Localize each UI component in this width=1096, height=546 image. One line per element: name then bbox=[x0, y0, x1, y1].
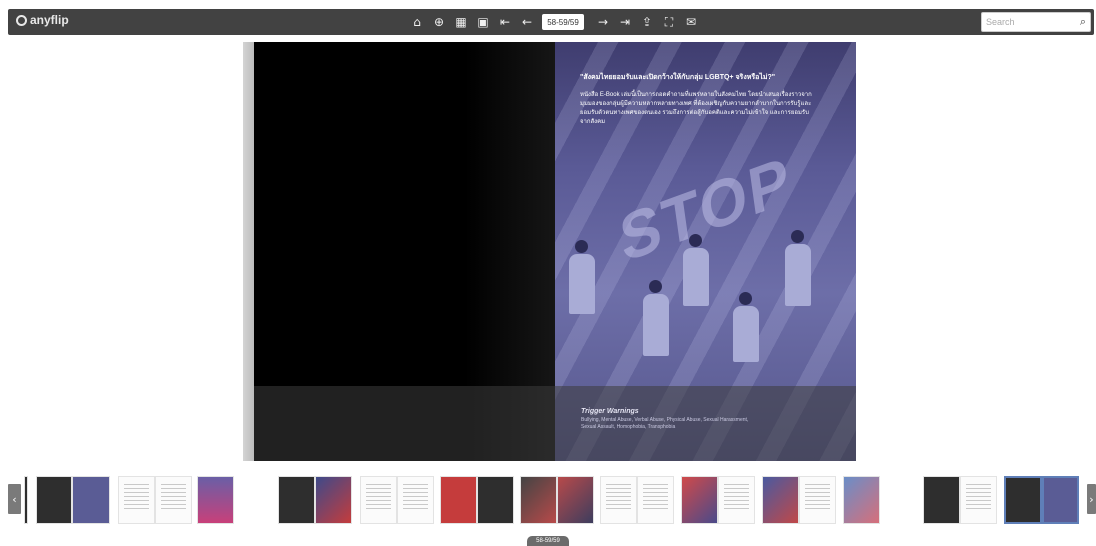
last-page-icon[interactable]: ⇥ bbox=[614, 12, 636, 32]
thumbnails-next-button[interactable]: › bbox=[1087, 484, 1096, 514]
thumbnail[interactable] bbox=[843, 476, 880, 524]
figure-head bbox=[739, 292, 752, 305]
logo-icon bbox=[16, 14, 27, 26]
thumbnail[interactable] bbox=[718, 476, 755, 524]
toolbar-tools: ⌂ ⊕ ▦ ▣ ⇤ ← 58-59/59 → ⇥ ⇪ ⛶ ✉ bbox=[406, 9, 702, 35]
zoom-in-icon[interactable]: ⊕ bbox=[428, 12, 450, 32]
thumbnail[interactable] bbox=[520, 476, 557, 524]
search-box[interactable]: ⌕ bbox=[981, 12, 1091, 32]
home-icon[interactable]: ⌂ bbox=[406, 12, 428, 32]
thumbnail[interactable] bbox=[72, 476, 110, 524]
page-bottom-shade bbox=[254, 386, 856, 461]
thumbnail[interactable] bbox=[118, 476, 155, 524]
thumbnail[interactable] bbox=[155, 476, 192, 524]
previous-page-icon[interactable]: ← bbox=[516, 12, 538, 32]
trigger-list: Bullying, Mental Abuse, Verbal Abuse, Ph… bbox=[581, 417, 749, 430]
share-icon[interactable]: ⇪ bbox=[636, 12, 658, 32]
thumbnail[interactable] bbox=[960, 476, 997, 524]
thumbnail-current-left[interactable] bbox=[1004, 476, 1042, 524]
walking-figure bbox=[733, 306, 759, 362]
thumbnail[interactable] bbox=[762, 476, 799, 524]
page-stack-edge bbox=[243, 42, 254, 461]
next-page-icon[interactable]: → bbox=[592, 12, 614, 32]
thumbnail[interactable] bbox=[799, 476, 836, 524]
single-page-icon[interactable]: ▣ bbox=[472, 12, 494, 32]
thumbnail[interactable] bbox=[360, 476, 397, 524]
figure-head bbox=[575, 240, 588, 253]
trigger-warnings: Trigger Warnings Bullying, Mental Abuse,… bbox=[581, 408, 761, 431]
first-page-icon[interactable]: ⇤ bbox=[494, 12, 516, 32]
walking-figure bbox=[785, 244, 811, 306]
thumbnail[interactable] bbox=[600, 476, 637, 524]
search-input[interactable] bbox=[986, 15, 1072, 29]
thumbnail-current-right[interactable] bbox=[1042, 476, 1079, 524]
thumbnail[interactable] bbox=[681, 476, 718, 524]
flipbook-spread[interactable]: STOP "สังคมไทยยอมรับและเปิดกว้างให้กับกล… bbox=[243, 42, 856, 461]
figure-head bbox=[689, 234, 702, 247]
thumbnail[interactable] bbox=[397, 476, 434, 524]
thumbnails-prev-button[interactable]: ‹ bbox=[8, 484, 21, 514]
thumbnail[interactable] bbox=[477, 476, 514, 524]
logo-text: anyflip bbox=[30, 13, 69, 27]
thumbnail[interactable] bbox=[923, 476, 960, 524]
thumbnails-icon[interactable]: ▦ bbox=[450, 12, 472, 32]
figure-head bbox=[649, 280, 662, 293]
thumbnail[interactable] bbox=[440, 476, 477, 524]
thumbnail[interactable] bbox=[278, 476, 315, 524]
top-toolbar: anyflip ⌂ ⊕ ▦ ▣ ⇤ ← 58-59/59 → ⇥ ⇪ ⛶ ✉ ⌕ bbox=[8, 9, 1094, 35]
page-number-input[interactable]: 58-59/59 bbox=[542, 14, 584, 30]
search-icon[interactable]: ⌕ bbox=[1080, 15, 1086, 29]
thumbnail[interactable] bbox=[24, 476, 28, 524]
fullscreen-icon[interactable]: ⛶ bbox=[658, 12, 680, 32]
chevron-left-icon: ‹ bbox=[12, 492, 17, 506]
thumbnail[interactable] bbox=[557, 476, 594, 524]
figure-head bbox=[791, 230, 804, 243]
thumbnail[interactable] bbox=[315, 476, 352, 524]
page-paragraph: หนังสือ E-Book เล่มนี้เป็นการถอดคำถามที่… bbox=[580, 92, 812, 125]
thumbnail[interactable] bbox=[197, 476, 234, 524]
walking-figure bbox=[569, 254, 595, 314]
thumbnail-page-badge: 58-59/59 bbox=[527, 536, 569, 546]
walking-figure bbox=[643, 294, 669, 356]
walking-figure bbox=[683, 248, 709, 306]
page-intro-text: "สังคมไทยยอมรับและเปิดกว้างให้กับกลุ่ม L… bbox=[580, 72, 815, 127]
anyflip-logo[interactable]: anyflip bbox=[16, 13, 69, 27]
trigger-title: Trigger Warnings bbox=[581, 408, 639, 415]
chevron-right-icon: › bbox=[1089, 492, 1094, 506]
thumbnail[interactable] bbox=[36, 476, 72, 524]
email-icon[interactable]: ✉ bbox=[680, 12, 702, 32]
thumbnail[interactable] bbox=[637, 476, 674, 524]
page-heading: "สังคมไทยยอมรับและเปิดกว้างให้กับกลุ่ม L… bbox=[580, 74, 776, 81]
